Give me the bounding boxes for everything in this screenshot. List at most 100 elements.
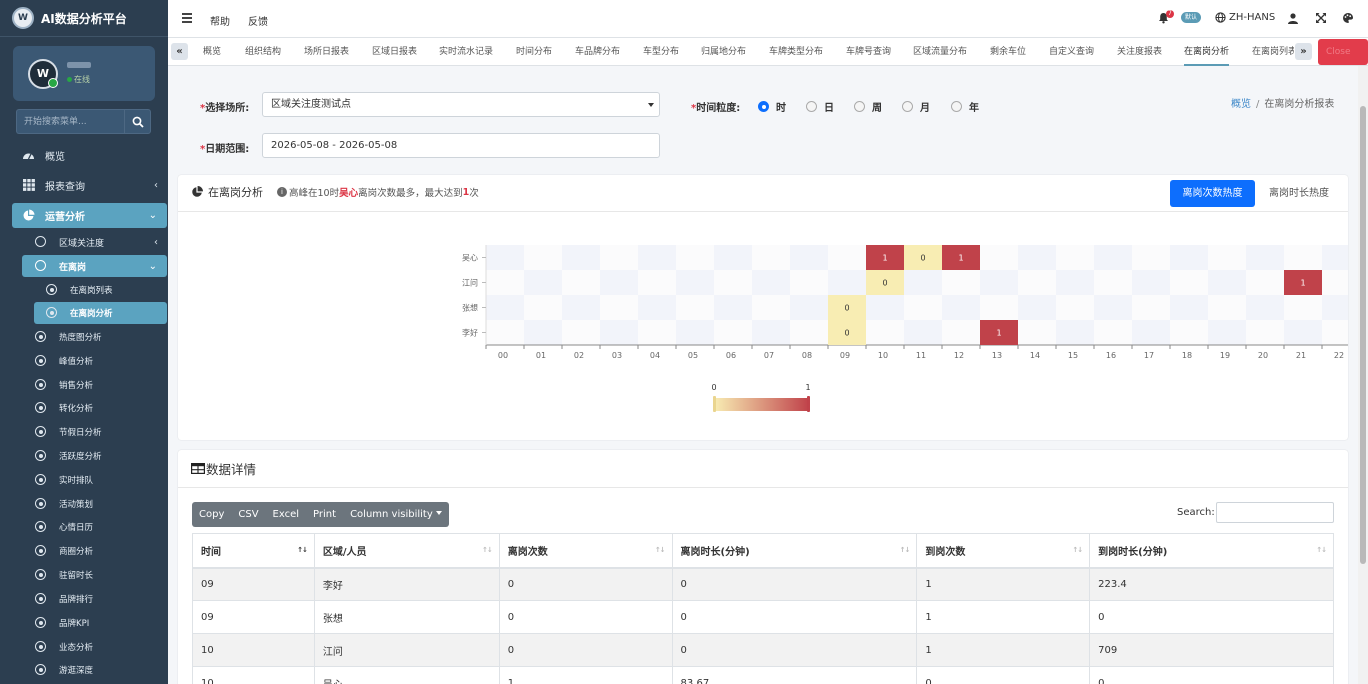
column-header-3[interactable]: 离岗次数 ↑↓ (498, 533, 673, 569)
sidebar-item-realtime-queue[interactable]: 实时排队 (0, 470, 168, 490)
leave-duration-heat-button[interactable]: 离岗时长热度 (1263, 180, 1335, 207)
granularity-option-5[interactable]: 年 (951, 99, 979, 114)
tab-9[interactable]: 归属地分布 (701, 38, 746, 66)
table-cell: 江问 (313, 633, 500, 667)
date-range-input[interactable]: 2026-05-08 - 2026-05-08 (262, 133, 660, 158)
tab-15[interactable]: 关注度报表 (1117, 38, 1162, 66)
heatmap-band (752, 245, 790, 270)
sidebar-item-heatmap-analysis[interactable]: 热度图分析 (0, 327, 168, 347)
sidebar-item-label: 销售分析 (59, 381, 94, 391)
sidebar-item-activity-analysis[interactable]: 活跃度分析 (0, 446, 168, 466)
tab-10[interactable]: 车牌类型分布 (769, 38, 823, 66)
table-search-input[interactable] (1216, 502, 1334, 523)
export-button-4[interactable]: Print (306, 502, 343, 527)
column-header-6[interactable]: 到岗时长(分钟) ↑↓ (1089, 533, 1334, 569)
sidebar-item-brand-kpi[interactable]: 品牌KPI (0, 613, 168, 633)
table-row[interactable]: 10 江问 0 0 1 709 (192, 633, 1334, 667)
column-header-4[interactable]: 离岗时长(分钟) ↑↓ (671, 533, 918, 569)
user-icon[interactable] (1288, 13, 1298, 27)
tab-2[interactable]: 组织结构 (245, 38, 281, 66)
tab-13[interactable]: 剩余车位 (990, 38, 1026, 66)
heatmap-band (1246, 295, 1284, 320)
x-tick-label: 02 (574, 351, 584, 360)
dashboard-icon (22, 149, 35, 161)
place-select[interactable]: 区域关注度测试点 (262, 92, 660, 117)
sidebar-item-mood-calendar[interactable]: 心情日历 (0, 517, 168, 537)
export-button-5[interactable]: Column visibility (343, 502, 449, 527)
heatmap-band (524, 245, 562, 270)
table-row[interactable]: 09 李好 0 0 1 223.4 (192, 567, 1334, 601)
page-scrollbar[interactable] (1358, 66, 1368, 684)
tab-5[interactable]: 实时流水记录 (439, 38, 493, 66)
column-header-1[interactable]: 时间 ↑↓ (192, 533, 315, 569)
export-button-1[interactable]: Copy (192, 502, 231, 527)
heatmap-cell-label: 1 (996, 329, 1001, 338)
column-header-2[interactable]: 区域/人员 ↑↓ (313, 533, 500, 569)
heatmap-band (1170, 320, 1208, 345)
sidebar-item-ops-analysis[interactable]: 运营分析 ⌄ (12, 203, 167, 228)
sidebar-item-report-query[interactable]: 报表查询 ‹ (0, 175, 168, 195)
tab-11[interactable]: 车牌号查询 (846, 38, 891, 66)
granularity-option-2[interactable]: 日 (806, 99, 834, 114)
sidebar-item-on-post-list[interactable]: 在离岗列表 (0, 280, 168, 300)
granularity-option-1[interactable]: 时 (758, 99, 786, 114)
fullscreen-icon[interactable] (1316, 13, 1326, 26)
sidebar-item-peak-analysis[interactable]: 峰值分析 (0, 351, 168, 371)
sidebar-item-label: 品牌KPI (59, 619, 90, 629)
sidebar-item-dwell-time[interactable]: 驻留时长 (0, 565, 168, 585)
sidebar-item-on-post-analysis[interactable]: 在离岗分析 (34, 302, 167, 324)
sidebar-item-conversion-analysis[interactable]: 转化分析 (0, 398, 168, 418)
sidebar-item-on-post[interactable]: 在离岗 ⌄ (22, 255, 167, 277)
tab-12[interactable]: 区域流量分布 (913, 38, 967, 66)
scrollbar-thumb[interactable] (1360, 106, 1366, 564)
menu-search-input[interactable] (16, 109, 124, 134)
sidebar-item-overview[interactable]: 概览 (0, 145, 168, 165)
column-header-5[interactable]: 到岗次数 ↑↓ (916, 533, 1091, 569)
heatmap-band (1170, 245, 1208, 270)
user-panel[interactable]: W 在线 (13, 46, 155, 101)
tab-16[interactable]: 在离岗分析 (1184, 38, 1230, 66)
tab-3[interactable]: 场所日报表 (304, 38, 349, 66)
granularity-option-3[interactable]: 周 (854, 99, 882, 114)
x-tick-label: 11 (916, 351, 926, 360)
feedback-link[interactable]: 反馈 (248, 13, 268, 28)
table-row[interactable]: 10吴心183.6700 (192, 666, 1334, 684)
palette-icon[interactable] (1342, 12, 1354, 27)
dot-circle-icon (35, 521, 46, 532)
table-cell: 10 (192, 633, 315, 667)
tab-14[interactable]: 自定义查询 (1049, 38, 1094, 66)
language-selector[interactable]: ZH-HANS (1215, 12, 1275, 23)
notification-count-badge: 7 (1166, 10, 1174, 18)
menu-search-button[interactable] (124, 109, 151, 134)
sidebar-item-format-analysis[interactable]: 业态分析 (0, 637, 168, 657)
heatmap-band (942, 320, 980, 345)
leave-count-heat-button[interactable]: 离岗次数热度 (1170, 180, 1255, 207)
default-badge[interactable]: 默认 (1181, 12, 1202, 23)
tab-4[interactable]: 区域日报表 (372, 38, 417, 66)
table-row[interactable]: 09 张想 0 0 1 0 (192, 600, 1334, 634)
tab-17[interactable]: 在离岗列表 (1252, 38, 1294, 66)
tabs-prev-button[interactable]: « (171, 43, 188, 60)
note-count: 1 (462, 186, 470, 198)
tab-8[interactable]: 车型分布 (643, 38, 679, 66)
close-tabs-button[interactable]: Close (1318, 39, 1368, 65)
sidebar-item-visit-depth[interactable]: 游逛深度 (0, 660, 168, 680)
menu-toggle-icon[interactable] (182, 13, 192, 25)
sidebar-item-brand-ranking[interactable]: 品牌排行 (0, 589, 168, 609)
export-button-2[interactable]: CSV (231, 502, 265, 527)
tabs-next-button[interactable]: » (1295, 43, 1312, 60)
granularity-option-4[interactable]: 月 (902, 99, 930, 114)
brand[interactable]: W AI数据分析平台 (0, 0, 168, 37)
tab-7[interactable]: 车品牌分布 (575, 38, 620, 66)
table-cell: 1 (916, 600, 1091, 634)
sidebar-item-region-attention[interactable]: 区域关注度 ‹ (0, 232, 168, 252)
sidebar-item-sales-analysis[interactable]: 销售分析 (0, 375, 168, 395)
sidebar-item-mall-analysis[interactable]: 商圈分析 (0, 541, 168, 561)
export-button-3[interactable]: Excel (266, 502, 307, 527)
help-link[interactable]: 帮助 (210, 13, 230, 28)
tab-1[interactable]: 概览 (203, 38, 221, 66)
sidebar-item-holiday-analysis[interactable]: 节假日分析 (0, 422, 168, 442)
tab-6[interactable]: 时间分布 (516, 38, 552, 66)
sidebar-item-event-planning[interactable]: 活动策划 (0, 494, 168, 514)
breadcrumb-home-link[interactable]: 概览 (1231, 99, 1251, 110)
